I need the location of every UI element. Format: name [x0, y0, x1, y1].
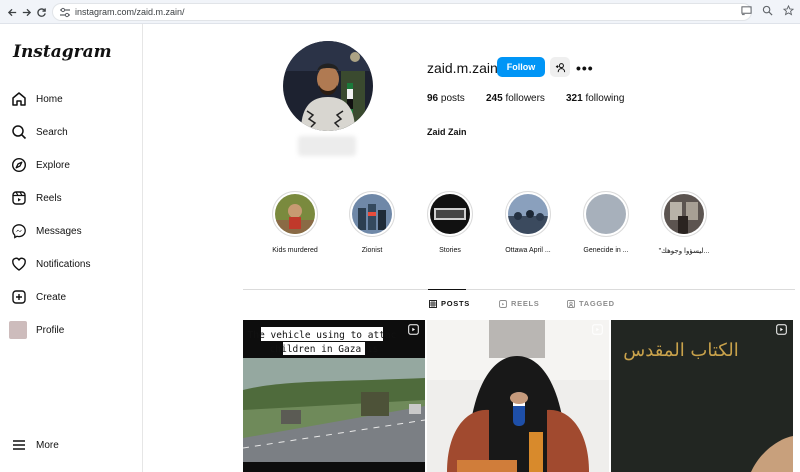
sidebar-item-label: Messages [36, 225, 82, 237]
profile-thumbnail [9, 321, 27, 339]
zoom-icon[interactable] [762, 5, 773, 16]
sidebar-item-label: More [36, 439, 59, 451]
followers-count[interactable]: 245 followers [486, 93, 545, 104]
instagram-logo[interactable]: Instagram [13, 42, 112, 62]
reel-badge-icon [592, 324, 603, 335]
highlight-item[interactable]: "ليسؤوا وجوهك... [644, 191, 724, 255]
post-thumbnail[interactable]: الكتاب المقدس [611, 320, 793, 472]
forward-arrow-icon[interactable] [18, 4, 34, 20]
highlight-item[interactable]: Genecide in ... [566, 191, 646, 254]
highlight-cover [427, 191, 473, 237]
highlight-cover [661, 191, 707, 237]
tag-icon [567, 299, 575, 308]
hamburger-menu-icon [11, 437, 27, 453]
reel-badge-icon [776, 324, 787, 335]
sidebar-item-label: Create [36, 291, 67, 303]
tab-tagged[interactable]: TAGGED [567, 299, 615, 308]
blurred-bio-area [298, 136, 356, 156]
suggested-users-button[interactable] [550, 57, 570, 77]
highlight-title: Stories [439, 247, 461, 254]
address-bar[interactable]: instagram.com/zaid.m.zain/ [52, 3, 752, 21]
highlight-title: "ليسؤوا وجوهك... [658, 248, 710, 255]
follow-button[interactable]: Follow [497, 57, 545, 77]
sidebar-item-create[interactable]: Create [11, 286, 66, 308]
tab-reels[interactable]: REELS [499, 299, 540, 308]
tab-posts[interactable]: POSTS [429, 299, 470, 308]
site-settings-icon[interactable] [59, 7, 71, 18]
highlight-title: Genecide in ... [583, 247, 629, 254]
post-caption-line: The vehicle using to attac [248, 330, 397, 341]
highlight-cover [583, 191, 629, 237]
following-count[interactable]: 321 following [566, 93, 624, 104]
sidebar-item-notifications[interactable]: Notifications [11, 253, 90, 275]
highlight-item[interactable]: Kids murdered [255, 191, 335, 254]
profile-full-name: Zaid Zain [427, 127, 467, 137]
highlight-cover [349, 191, 395, 237]
highlight-item[interactable]: Stories [410, 191, 490, 254]
book-title-text: الكتاب المقدس [623, 340, 738, 361]
compass-icon [11, 157, 27, 173]
reload-icon[interactable] [33, 4, 49, 20]
post-thumbnail[interactable]: The vehicle using to attac children in G… [243, 320, 425, 472]
grid-icon [429, 299, 437, 308]
browser-toolbar: instagram.com/zaid.m.zain/ [0, 0, 800, 24]
sidebar: Instagram Home Search Explore Reels Mess… [0, 24, 143, 472]
sidebar-item-profile[interactable]: Profile [9, 319, 64, 341]
sidebar-item-label: Notifications [36, 258, 91, 270]
sidebar-item-explore[interactable]: Explore [11, 154, 70, 176]
cast-icon[interactable] [741, 5, 752, 16]
highlight-title: Ottawa April ... [505, 247, 551, 254]
profile-avatar[interactable] [283, 41, 373, 131]
sidebar-item-label: Search [36, 126, 68, 138]
plus-square-icon [11, 289, 27, 305]
reels-icon [11, 190, 27, 206]
sidebar-item-label: Profile [36, 324, 65, 336]
highlight-cover [272, 191, 318, 237]
bookmark-star-icon[interactable] [783, 5, 794, 16]
sidebar-item-home[interactable]: Home [11, 88, 63, 110]
sidebar-item-label: Home [36, 93, 63, 105]
home-icon [11, 91, 27, 107]
heart-icon [11, 256, 27, 272]
tabs-divider [243, 289, 795, 290]
url-text: instagram.com/zaid.m.zain/ [75, 7, 185, 17]
messenger-icon [11, 223, 27, 239]
highlight-item[interactable]: Ottawa April ... [488, 191, 568, 254]
active-tab-indicator [428, 289, 466, 290]
profile-username: zaid.m.zain [427, 60, 498, 76]
reels-icon [499, 299, 507, 308]
highlight-title: Kids murdered [272, 247, 318, 254]
sidebar-item-search[interactable]: Search [11, 121, 68, 143]
search-icon [11, 124, 27, 140]
sidebar-item-label: Explore [36, 159, 70, 171]
highlight-title: Zionist [361, 247, 383, 254]
post-thumbnail[interactable] [427, 320, 609, 472]
highlight-item[interactable]: Zionist [332, 191, 412, 254]
sidebar-item-messages[interactable]: Messages [11, 220, 82, 242]
post-caption-line: children in Gaza is [270, 344, 379, 355]
add-user-icon [555, 62, 565, 72]
highlight-cover [505, 191, 551, 237]
more-options-button[interactable]: ••• [576, 60, 594, 76]
posts-count[interactable]: 96 posts [427, 93, 465, 104]
sidebar-item-reels[interactable]: Reels [11, 187, 62, 209]
reel-badge-icon [408, 324, 419, 335]
sidebar-item-label: Reels [36, 192, 62, 204]
sidebar-item-more[interactable]: More [11, 434, 59, 456]
